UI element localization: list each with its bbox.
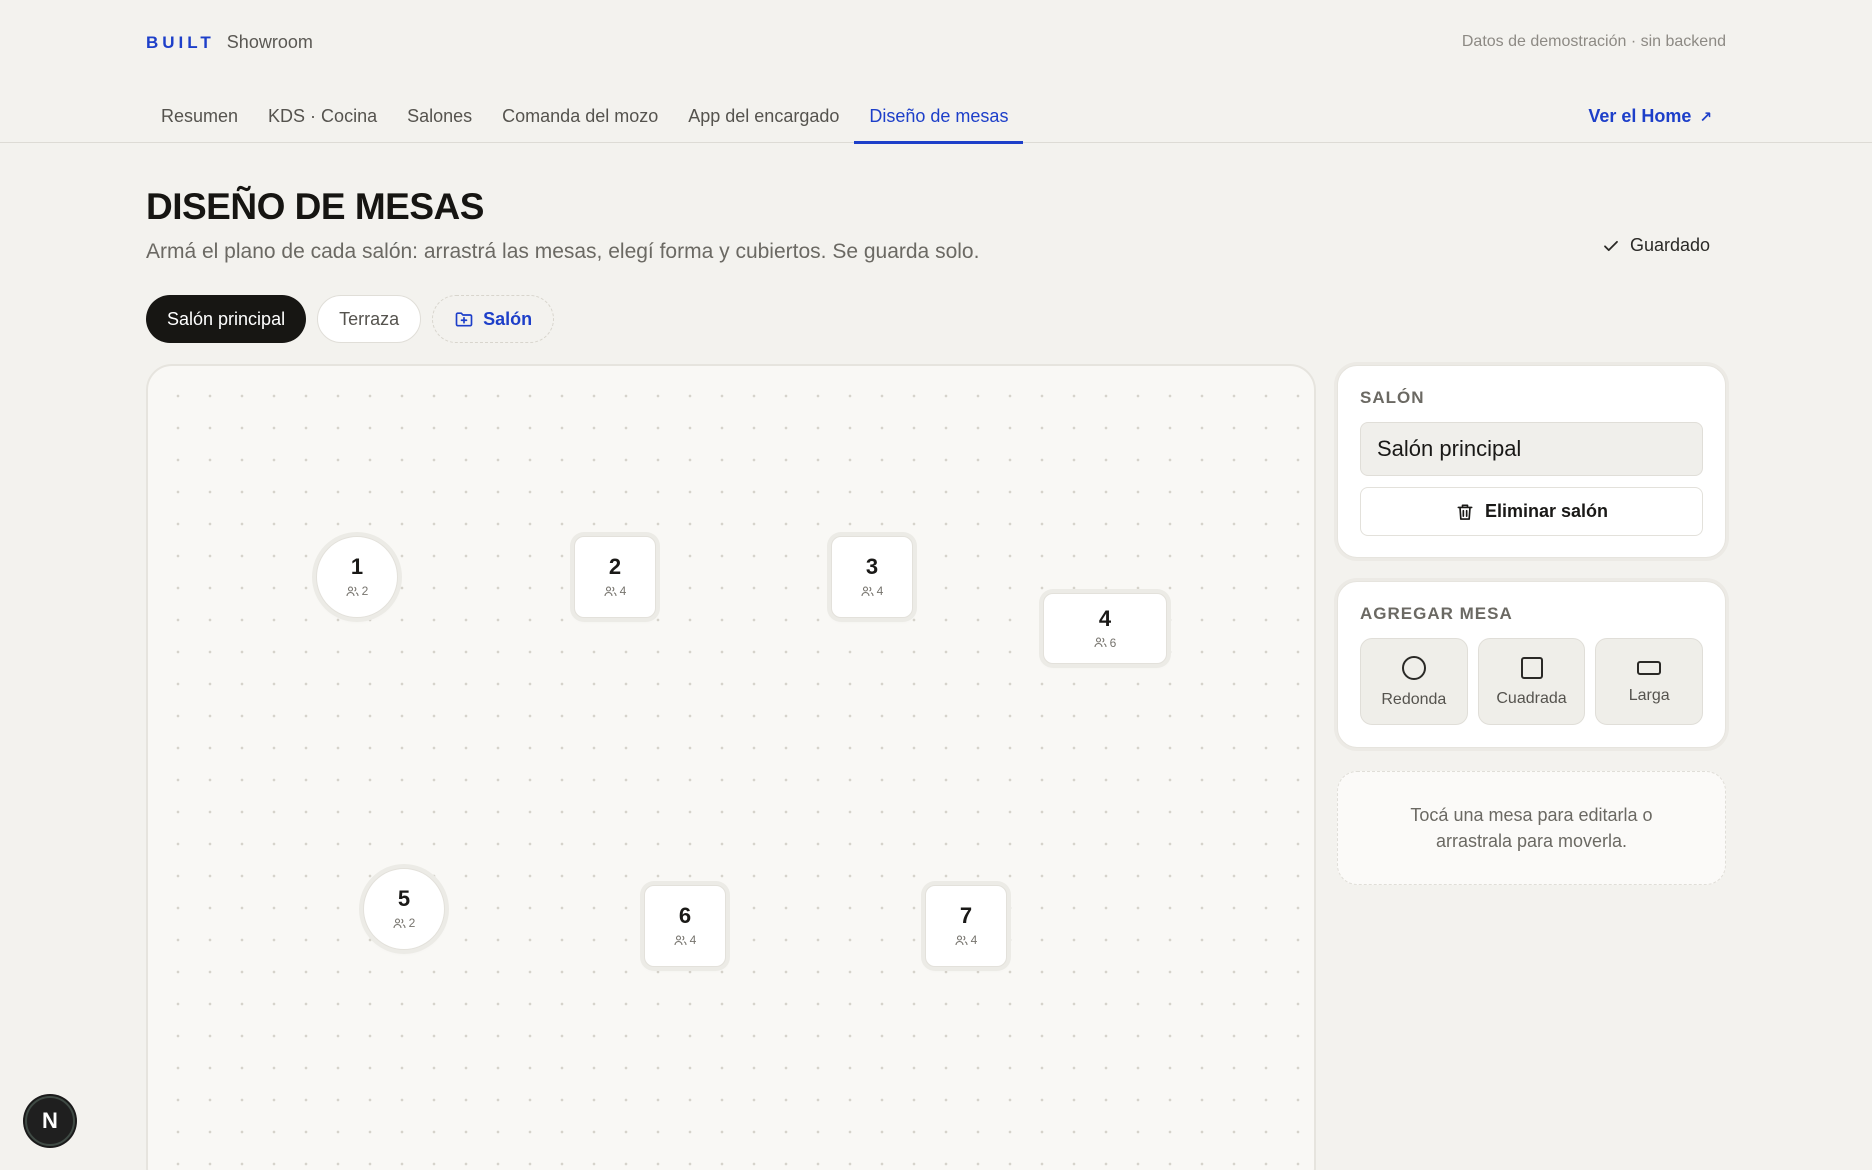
add-table-panel: AGREGAR MESA Redonda Cuadrada Larga — [1337, 581, 1726, 748]
table-7[interactable]: 7 4 — [925, 885, 1007, 967]
room-tabs: Salón principal Terraza Salón — [146, 295, 555, 343]
brand-logo: BUILT — [146, 32, 215, 52]
brand-name: Showroom — [226, 31, 313, 52]
table-seat-count: 2 — [361, 584, 369, 598]
main-nav: Resumen KDS · Cocina Salones Comanda del… — [0, 90, 1872, 144]
table-seat-count: 4 — [689, 933, 697, 947]
room-panel-title: SALÓN — [1360, 388, 1425, 407]
shape-label: Larga — [1628, 686, 1670, 704]
add-table-title: AGREGAR MESA — [1360, 604, 1513, 623]
table-seats: 4 — [604, 584, 627, 598]
delete-room-label: Eliminar salón — [1484, 501, 1609, 521]
trash-icon — [1457, 504, 1473, 520]
saved-status: Guardado — [1602, 235, 1710, 256]
table-number: 3 — [865, 554, 879, 579]
tab-resumen[interactable]: Resumen — [146, 90, 253, 143]
tab-comanda-del-mozo[interactable]: Comanda del mozo — [487, 90, 673, 143]
people-icon — [604, 585, 617, 596]
add-room-label: Salón — [483, 308, 533, 329]
tab-diseno-de-mesas[interactable]: Diseño de mesas — [854, 90, 1024, 144]
delete-room-button[interactable]: Eliminar salón — [1360, 487, 1703, 536]
home-link-label: Ver el Home — [1588, 106, 1692, 126]
table-seats: 4 — [955, 933, 978, 947]
add-long-table-button[interactable]: Larga — [1595, 638, 1704, 725]
table-seat-count: 4 — [970, 933, 978, 947]
shape-label: Redonda — [1381, 690, 1447, 708]
people-icon — [393, 917, 406, 928]
table-3[interactable]: 3 4 — [831, 536, 913, 618]
table-number: 5 — [397, 886, 411, 911]
demo-note: Datos de demostración · sin backend — [1461, 33, 1726, 50]
table-seats: 4 — [674, 933, 697, 947]
table-number: 7 — [959, 903, 973, 928]
check-icon — [1604, 240, 1618, 251]
square-icon — [1520, 656, 1543, 679]
table-2[interactable]: 2 4 — [574, 536, 656, 618]
edit-hint: Tocá una mesa para editarla o arrastrala… — [1337, 771, 1726, 885]
shape-label: Cuadrada — [1496, 689, 1567, 707]
rectangle-icon — [1637, 660, 1662, 675]
table-6[interactable]: 6 4 — [644, 885, 726, 967]
dev-tools-badge[interactable]: N — [25, 1096, 75, 1146]
people-icon — [346, 585, 359, 596]
table-seats: 2 — [346, 584, 369, 598]
room-name-input[interactable] — [1360, 422, 1703, 476]
people-icon — [1094, 637, 1107, 648]
add-room-button[interactable]: Salón — [432, 295, 555, 343]
tab-salones[interactable]: Salones — [392, 90, 487, 143]
table-seats: 2 — [393, 916, 416, 930]
table-number: 2 — [608, 554, 622, 579]
room-panel: SALÓN Eliminar salón — [1337, 365, 1726, 558]
table-seat-count: 4 — [619, 584, 627, 598]
page-title: DISEÑO DE MESAS — [146, 186, 484, 227]
brand[interactable]: BUILT Showroom — [146, 32, 313, 53]
table-shape-options: Redonda Cuadrada Larga — [1360, 638, 1704, 725]
table-number: 6 — [678, 903, 692, 928]
room-tab-terraza[interactable]: Terraza — [317, 295, 422, 343]
table-5[interactable]: 5 2 — [363, 868, 445, 950]
floor-plan-canvas[interactable]: 1 2 2 4 3 4 4 6 5 2 6 4 7 4 — [146, 364, 1316, 1170]
table-number: 1 — [350, 554, 364, 579]
table-seats: 6 — [1094, 635, 1117, 650]
page-subtitle: Armá el plano de cada salón: arrastrá la… — [146, 240, 980, 263]
table-4[interactable]: 4 6 — [1043, 593, 1167, 664]
table-seats: 4 — [861, 584, 884, 598]
people-icon — [955, 934, 968, 945]
people-icon — [861, 585, 874, 596]
table-seat-count: 4 — [876, 584, 884, 598]
table-seat-count: 2 — [408, 916, 416, 930]
add-round-table-button[interactable]: Redonda — [1360, 638, 1468, 725]
tab-app-del-encargado[interactable]: App del encargado — [673, 90, 854, 143]
people-icon — [674, 934, 687, 945]
home-link[interactable]: Ver el Home ↗ — [1588, 90, 1726, 143]
saved-status-label: Guardado — [1629, 235, 1710, 255]
top-bar: BUILT Showroom Datos de demostración · s… — [146, 28, 1726, 56]
table-seat-count: 6 — [1109, 635, 1117, 650]
table-number: 4 — [1098, 605, 1112, 631]
table-1[interactable]: 1 2 — [316, 536, 398, 618]
folder-plus-icon — [455, 312, 473, 327]
external-arrow-icon: ↗ — [1699, 108, 1712, 126]
circle-icon — [1401, 655, 1426, 680]
room-tab-salon-principal[interactable]: Salón principal — [146, 295, 307, 343]
tab-kds-cocina[interactable]: KDS · Cocina — [253, 90, 392, 143]
add-square-table-button[interactable]: Cuadrada — [1477, 638, 1586, 725]
